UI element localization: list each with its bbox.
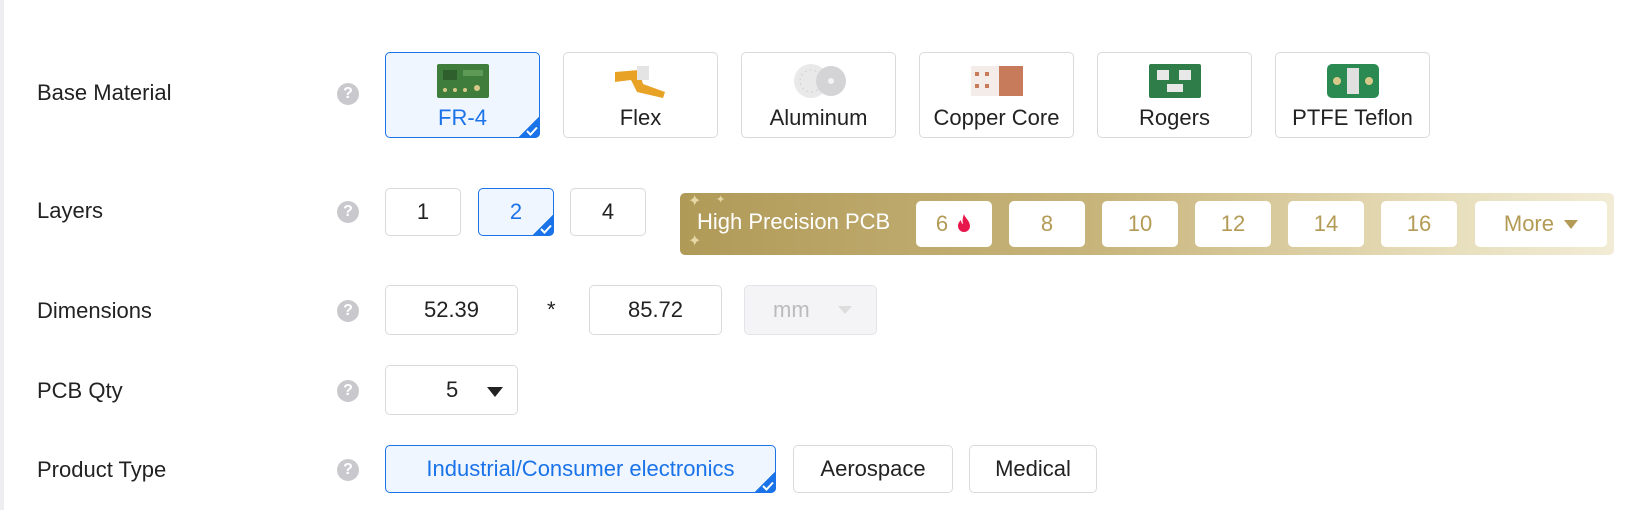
ptfe-teflon-board-image — [1326, 64, 1379, 98]
selected-check-icon — [754, 471, 776, 493]
layers-label: Layers — [37, 198, 104, 223]
layer-option-4[interactable]: 4 — [570, 188, 646, 236]
left-border — [0, 0, 4, 510]
help-icon[interactable]: ? — [337, 300, 359, 322]
high-precision-title: High Precision PCB — [697, 209, 891, 234]
pcb-qty-label: PCB Qty — [37, 378, 123, 403]
product-type-industrial-consumer[interactable]: Industrial/Consumer electronics — [385, 445, 776, 493]
sparkle-icon: ✦ — [688, 193, 702, 210]
material-label: Rogers — [1139, 105, 1210, 130]
material-option-flex[interactable]: Flex — [563, 52, 718, 138]
layer-option-label: 2 — [509, 199, 523, 224]
hp-layer-option-16[interactable]: 16 — [1381, 201, 1457, 247]
copper-core-board-image — [970, 66, 1023, 96]
dimensions-label: Dimensions — [37, 298, 152, 323]
pcb-qty-value: 5 — [446, 377, 459, 402]
product-type-medical[interactable]: Medical — [969, 445, 1097, 493]
more-label: More — [1503, 211, 1554, 236]
material-label: PTFE Teflon — [1292, 105, 1413, 130]
caret-down-icon — [487, 387, 503, 397]
dimension-separator: * — [547, 297, 556, 322]
material-option-fr4[interactable]: FR-4 — [385, 52, 540, 138]
hp-layer-option-6[interactable]: 6 — [916, 201, 992, 247]
product-type-label: Product Type — [37, 457, 167, 482]
material-label: Aluminum — [769, 105, 868, 130]
material-option-rogers[interactable]: Rogers — [1097, 52, 1252, 138]
unit-value: mm — [773, 297, 810, 322]
selected-check-icon — [518, 116, 540, 138]
product-type-aerospace[interactable]: Aerospace — [793, 445, 953, 493]
base-material-label: Base Material — [37, 80, 172, 105]
hp-layer-label: 6 — [935, 211, 949, 236]
unit-select[interactable]: mm — [744, 285, 877, 335]
hp-layer-option-10[interactable]: 10 — [1102, 201, 1178, 247]
width-input[interactable]: 52.39 — [385, 285, 518, 335]
flame-icon — [958, 214, 971, 232]
help-icon[interactable]: ? — [337, 459, 359, 481]
material-label: Copper Core — [933, 105, 1060, 130]
material-option-ptfe-teflon[interactable]: PTFE Teflon — [1275, 52, 1430, 138]
help-icon[interactable]: ? — [337, 380, 359, 402]
product-type-label-text: Industrial/Consumer electronics — [426, 456, 735, 481]
flex-board-image — [614, 66, 665, 98]
hp-layer-option-14[interactable]: 14 — [1288, 201, 1364, 247]
sparkle-icon: ✦ — [716, 194, 726, 206]
hp-layer-option-8[interactable]: 8 — [1009, 201, 1085, 247]
material-option-copper-core[interactable]: Copper Core — [919, 52, 1074, 138]
material-label: FR-4 — [438, 105, 487, 130]
material-label: Flex — [619, 105, 662, 130]
help-icon[interactable]: ? — [337, 83, 359, 105]
hp-layer-option-12[interactable]: 12 — [1195, 201, 1271, 247]
help-icon[interactable]: ? — [337, 201, 359, 223]
high-precision-pcb-panel: ✦ ✦ ✦ High Precision PCB 6 8 10 12 14 16… — [680, 193, 1614, 255]
height-input[interactable]: 85.72 — [589, 285, 722, 335]
rogers-board-image — [1148, 64, 1201, 98]
more-layers-button[interactable]: More — [1475, 201, 1607, 247]
layer-option-1[interactable]: 1 — [385, 188, 461, 236]
caret-down-icon — [1564, 220, 1579, 229]
aluminum-board-image — [793, 64, 846, 98]
selected-check-icon — [532, 214, 554, 236]
material-option-aluminum[interactable]: Aluminum — [741, 52, 896, 138]
pcb-qty-select[interactable]: 5 — [385, 365, 518, 415]
fr4-board-image — [436, 64, 489, 98]
layer-option-2[interactable]: 2 — [478, 188, 554, 236]
caret-down-icon — [838, 306, 852, 314]
